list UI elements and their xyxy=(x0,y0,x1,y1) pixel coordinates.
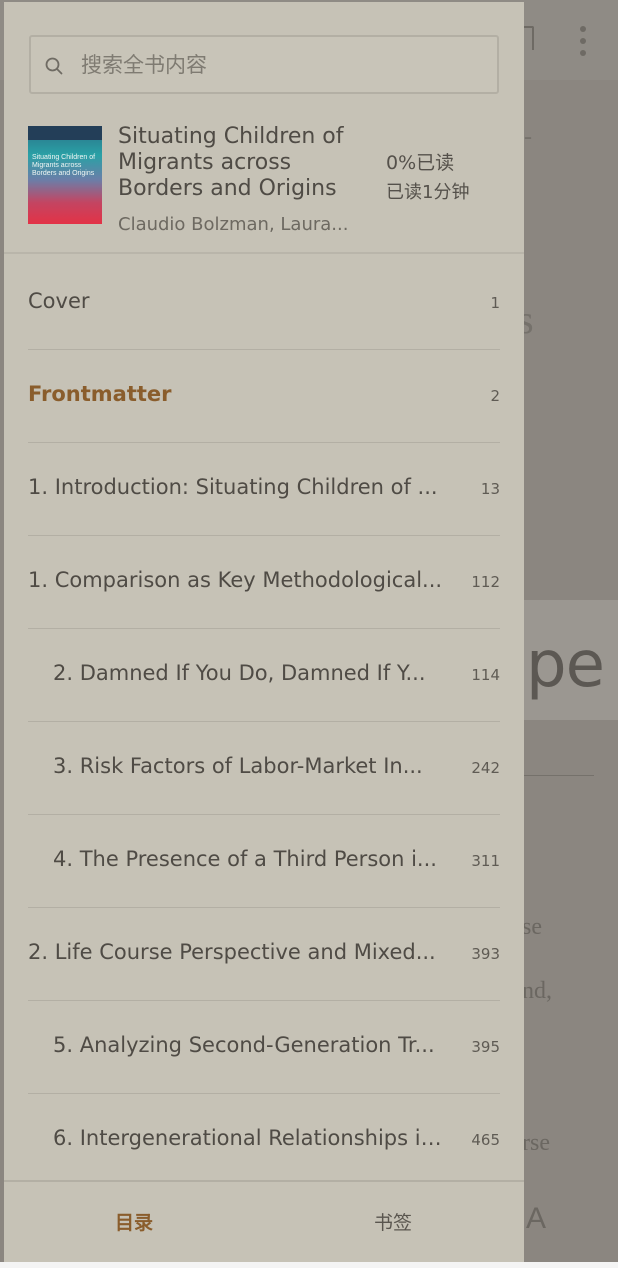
toc-item-label: 4. The Presence of a Third Person i... xyxy=(53,847,437,871)
toc-item[interactable]: Cover 1 xyxy=(4,257,524,350)
toc-item-label: 1. Introduction: Situating Children of .… xyxy=(28,475,438,499)
drawer-tabs: 目录 书签 xyxy=(4,1180,524,1262)
toc-item[interactable]: 1. Comparison as Key Methodological... 11… xyxy=(4,536,524,629)
more-icon[interactable] xyxy=(574,24,592,58)
toc-list: Cover 1 Frontmatter 2 1. Introduction: Situa… xyxy=(4,257,524,1187)
toc-item-label: 1. Comparison as Key Methodological... xyxy=(28,568,443,592)
toc-item-page: 395 xyxy=(471,1038,500,1056)
search-placeholder: 搜索全书内容 xyxy=(81,53,207,77)
reader-text-fragment: se xyxy=(522,914,542,940)
toc-item[interactable]: Frontmatter 2 xyxy=(4,350,524,443)
toc-item-page: 13 xyxy=(480,480,500,498)
book-author: Claudio Bolzman, Laura... xyxy=(118,214,349,235)
read-time: 已读1分钟 xyxy=(386,182,470,203)
book-info: Situating Children of Migrants across Bo… xyxy=(4,114,524,254)
toc-item[interactable]: 2. Damned If You Do, Damned If Y... 114 xyxy=(4,629,524,722)
toc-item[interactable]: 1. Introduction: Situating Children of .… xyxy=(4,443,524,536)
toc-item-label: Cover xyxy=(28,289,90,313)
toc-item-label: Frontmatter xyxy=(28,382,172,406)
toc-drawer: 搜索全书内容 Situating Children of Migrants ac… xyxy=(4,2,524,1262)
reader-text-fragment: rse xyxy=(522,1130,550,1156)
toc-item[interactable]: 5. Analyzing Second-Generation Tr... 395 xyxy=(4,1001,524,1094)
reader-divider xyxy=(524,775,594,776)
search-input[interactable]: 搜索全书内容 xyxy=(29,35,499,94)
toc-item-page: 112 xyxy=(471,573,500,591)
toc-item-label: 5. Analyzing Second-Generation Tr... xyxy=(53,1033,435,1057)
book-cover[interactable]: Situating Children of Migrants across Bo… xyxy=(28,126,102,224)
search-icon xyxy=(45,57,63,75)
toc-item-page: 2 xyxy=(490,387,500,405)
toc-item-page: 114 xyxy=(471,666,500,684)
toc-item-page: 242 xyxy=(471,759,500,777)
book-title: Situating Children of Migrants across Bo… xyxy=(118,124,344,201)
tab-toc[interactable]: 目录 xyxy=(115,1208,153,1235)
toc-item-label: 2. Damned If You Do, Damned If Y... xyxy=(53,661,426,685)
tab-bookmarks[interactable]: 书签 xyxy=(374,1208,412,1235)
toc-item[interactable]: 4. The Presence of a Third Person i... 31… xyxy=(4,815,524,908)
toc-item[interactable]: 6. Intergenerational Relationships in...… xyxy=(4,1094,524,1187)
toc-item-page: 1 xyxy=(490,294,500,312)
reader-text-fragment: - xyxy=(524,124,532,150)
toc-item[interactable]: 2. Life Course Perspective and Mixed... 3… xyxy=(4,908,524,1001)
toc-item-page: 311 xyxy=(471,852,500,870)
toc-item-page: 393 xyxy=(471,945,500,963)
book-cover-title: Situating Children of Migrants across Bo… xyxy=(32,154,96,177)
toc-item-label: 6. Intergenerational Relationships in... xyxy=(53,1126,445,1150)
read-progress: 0%已读 xyxy=(386,152,455,174)
toc-item-label: 2. Life Course Perspective and Mixed... xyxy=(28,940,436,964)
font-size-button[interactable]: A xyxy=(526,1202,546,1236)
toc-item-label: 3. Risk Factors of Labor-Market In... xyxy=(53,754,423,778)
reader-text-fragment: nd, xyxy=(522,978,552,1004)
toc-item[interactable]: 3. Risk Factors of Labor-Market In... 242 xyxy=(4,722,524,815)
reader-heading-fragment: pe xyxy=(526,628,605,702)
toc-item-page: 465 xyxy=(471,1131,500,1149)
